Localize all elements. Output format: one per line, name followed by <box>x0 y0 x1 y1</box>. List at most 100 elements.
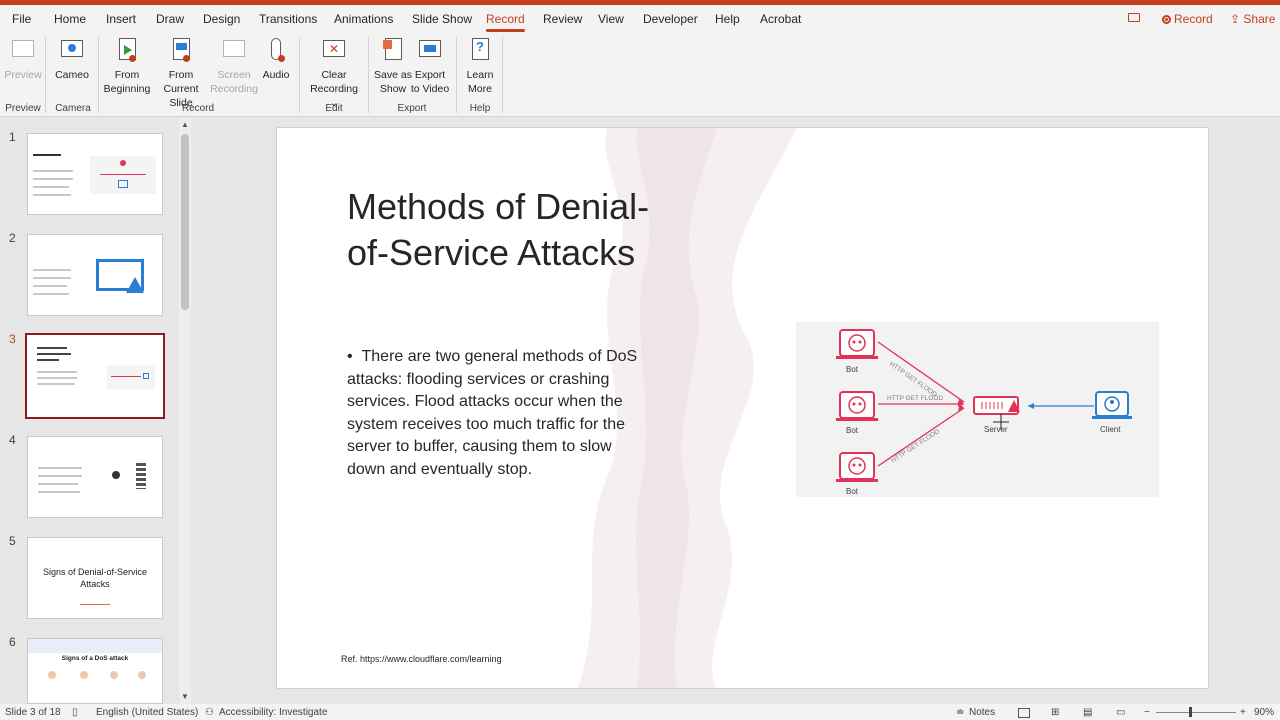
zoom-slider-thumb[interactable] <box>1189 707 1192 717</box>
thumb-diagram <box>90 156 156 194</box>
thumbnail-number: 3 <box>9 332 16 346</box>
export-video-label-1: Export <box>414 69 446 81</box>
from-beginning-label-2: Beginning <box>103 83 151 95</box>
tab-transitions[interactable]: Transitions <box>259 12 317 26</box>
group-separator <box>502 37 503 113</box>
slide-thumbnail-6[interactable]: Signs of a DoS attack <box>27 638 163 704</box>
tab-review[interactable]: Review <box>543 12 582 26</box>
thumb-banner <box>28 639 162 653</box>
learn-more-button[interactable]: ? Learn More <box>462 37 498 96</box>
slide-reference[interactable]: Ref. https://www.cloudflare.com/learning <box>341 654 502 664</box>
thumbnail-scrollbar-thumb[interactable] <box>181 134 189 310</box>
share-icon: ⇪ <box>1230 12 1241 26</box>
cameo-button[interactable]: Cameo <box>53 37 91 82</box>
thumb-figure <box>112 471 120 479</box>
thumb-text-line <box>38 475 82 477</box>
save-as-show-icon <box>380 37 406 65</box>
preview-button[interactable]: Preview <box>4 37 42 82</box>
group-label-record: Record <box>181 103 215 114</box>
spelling-check-icon[interactable]: ▯ <box>72 707 78 718</box>
from-current-label-1: From <box>168 69 194 81</box>
thumb-title-line <box>33 154 61 156</box>
slide-thumbnail-3[interactable] <box>25 333 165 419</box>
slide-sorter-icon[interactable]: ⊞ <box>1051 707 1059 718</box>
save-as-show-button[interactable]: Save as Show <box>373 37 413 96</box>
thumb-text-line <box>33 178 73 180</box>
zoom-in-icon[interactable]: + <box>1240 707 1246 718</box>
preview-icon <box>10 37 36 65</box>
save-as-show-label-2: Show <box>379 83 407 95</box>
accessibility-icon[interactable]: ⚇ <box>205 707 214 718</box>
slide-show-icon[interactable]: ▭ <box>1116 707 1125 718</box>
slide-thumbnail-5[interactable]: Signs of Denial-of-Service Attacks <box>27 537 163 619</box>
thumbnail-number: 2 <box>9 231 16 245</box>
thumb-text-line <box>37 371 77 373</box>
normal-view-icon[interactable] <box>1018 708 1030 718</box>
share-button[interactable]: ⇪ Share <box>1230 12 1275 26</box>
dos-diagram[interactable]: Bot Bot Bot Server Client HTTP GET FLOOD… <box>796 322 1159 497</box>
thumb-text-line <box>33 293 69 295</box>
export-to-video-button[interactable]: Export to Video <box>410 37 450 96</box>
thumbnail-number: 6 <box>9 635 16 649</box>
slide-canvas[interactable]: Methods of Denial-of-Service Attacks • T… <box>276 127 1209 689</box>
slide-bullet[interactable]: • There are two general methods of DoS a… <box>347 346 647 481</box>
record-button[interactable]: Record <box>1162 12 1213 26</box>
tab-draw[interactable]: Draw <box>156 12 184 26</box>
accessibility-status[interactable]: Accessibility: Investigate <box>219 707 327 718</box>
ribbon: Preview Cameo From Beginning From Curren… <box>0 33 1280 117</box>
slide-title[interactable]: Methods of Denial-of-Service Attacks <box>347 184 667 276</box>
thumb-text-line <box>38 491 80 493</box>
slide-thumbnail-1[interactable] <box>27 133 163 215</box>
thumb-text-line <box>33 170 73 172</box>
thumb-icon <box>48 671 56 679</box>
tab-help[interactable]: Help <box>715 12 740 26</box>
client-icon <box>1092 391 1132 419</box>
tab-view[interactable]: View <box>598 12 624 26</box>
language-indicator[interactable]: English (United States) <box>96 707 198 718</box>
group-separator <box>456 37 457 113</box>
zoom-slider-track[interactable] <box>1156 712 1236 713</box>
thumb-text-line <box>38 467 82 469</box>
slide-thumbnail-4[interactable] <box>27 436 163 518</box>
thumb-text-line <box>37 377 77 379</box>
group-separator <box>368 37 369 113</box>
slide-thumbnail-2[interactable] <box>27 234 163 316</box>
scroll-down-icon[interactable]: ▼ <box>181 692 189 701</box>
thumb-text-line <box>33 194 71 196</box>
thumb-text-line <box>38 483 78 485</box>
group-separator <box>98 37 99 113</box>
thumb-text-line <box>33 186 69 188</box>
tab-file[interactable]: File <box>12 12 31 26</box>
audio-button[interactable]: Audio <box>259 37 293 82</box>
tab-developer[interactable]: Developer <box>643 12 698 26</box>
server-icon <box>973 396 1020 415</box>
bot-icon-3 <box>836 452 878 482</box>
tab-acrobat[interactable]: Acrobat <box>760 12 801 26</box>
reading-view-icon[interactable]: ▤ <box>1083 707 1092 718</box>
thumb-title-line <box>37 347 67 349</box>
tab-record[interactable]: Record <box>486 12 525 32</box>
audio-button-label: Audio <box>262 69 290 81</box>
tab-slide-show[interactable]: Slide Show <box>412 12 472 26</box>
tab-insert[interactable]: Insert <box>106 12 136 26</box>
tab-design[interactable]: Design <box>203 12 240 26</box>
client-label: Client <box>1100 425 1121 434</box>
group-label-edit: Edit <box>325 103 343 114</box>
comments-icon[interactable] <box>1128 13 1140 22</box>
record-from-beginning-button[interactable]: From Beginning <box>102 37 152 96</box>
bullet-dot: • <box>347 348 362 365</box>
scroll-up-icon[interactable]: ▲ <box>181 120 189 129</box>
thumb-icon <box>80 671 88 679</box>
notes-button[interactable]: Notes <box>969 707 995 718</box>
zoom-out-icon[interactable]: − <box>1144 707 1150 718</box>
screen-recording-button[interactable]: Screen Recording <box>210 37 258 96</box>
clear-recording-label-1: Clear <box>321 69 347 81</box>
tab-home[interactable]: Home <box>54 12 86 26</box>
group-separator <box>299 37 300 113</box>
notes-icon[interactable]: ≐ <box>956 707 964 718</box>
tab-animations[interactable]: Animations <box>334 12 393 26</box>
zoom-level[interactable]: 90% <box>1254 707 1274 718</box>
clear-recording-button[interactable]: ✕ Clear Recording ⌄ <box>305 37 363 110</box>
record-from-current-slide-button[interactable]: From Current Slide <box>151 37 211 110</box>
thumbnail-title: Signs of a DoS attack <box>61 655 129 662</box>
